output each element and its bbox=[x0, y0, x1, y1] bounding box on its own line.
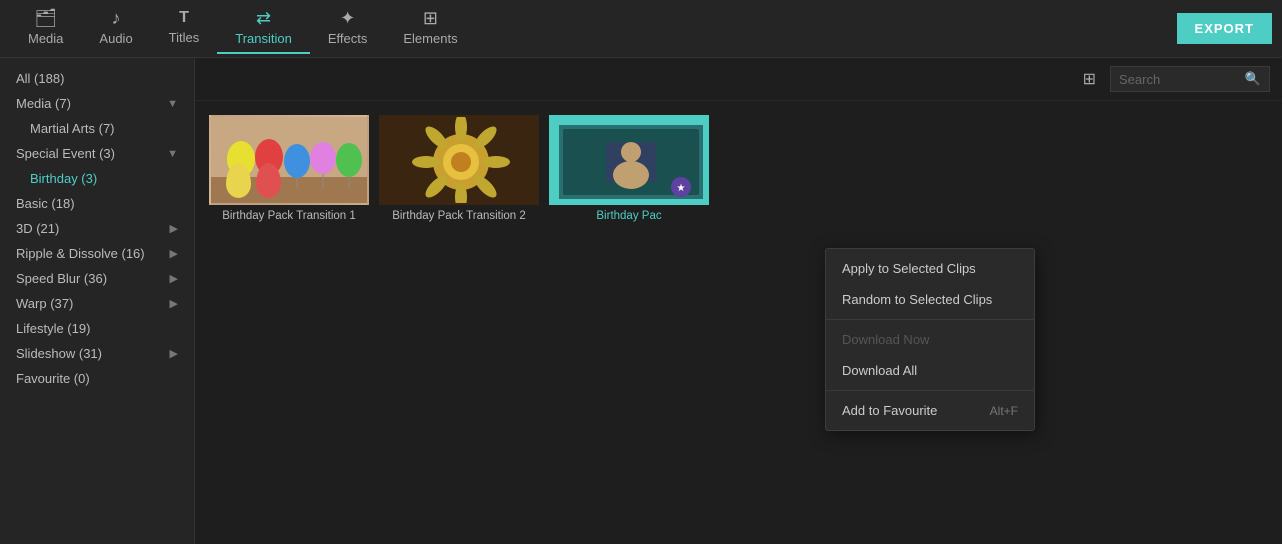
ctx-add-favourite-shortcut: Alt+F bbox=[990, 404, 1018, 418]
ctx-download-all[interactable]: Download All bbox=[826, 355, 1034, 386]
sidebar-martial-arts-label: Martial Arts (7) bbox=[30, 121, 115, 136]
nav-audio-label: Audio bbox=[99, 31, 132, 46]
ctx-apply-selected[interactable]: Apply to Selected Clips bbox=[826, 253, 1034, 284]
nav-titles-label: Titles bbox=[169, 30, 200, 45]
sidebar-item-special-event[interactable]: Special Event (3) bbox=[0, 141, 194, 166]
thumb-2 bbox=[379, 115, 539, 205]
main-layout: All (188) Media (7) Martial Arts (7) Spe… bbox=[0, 58, 1282, 544]
grid-view-button[interactable]: ⊞ bbox=[1077, 66, 1102, 92]
content-area: ⊞ 🔍 bbox=[195, 58, 1282, 544]
sidebar-item-slideshow[interactable]: Slideshow (31) bbox=[0, 341, 194, 366]
effects-icon: ✦ bbox=[340, 9, 355, 27]
sidebar-item-speed-blur[interactable]: Speed Blur (36) bbox=[0, 266, 194, 291]
content-toolbar: ⊞ 🔍 bbox=[195, 58, 1282, 101]
sidebar-item-media[interactable]: Media (7) bbox=[0, 91, 194, 116]
nav-effects[interactable]: ✦ Effects bbox=[310, 3, 386, 54]
ctx-separator-2 bbox=[826, 390, 1034, 391]
media-label-1: Birthday Pack Transition 1 bbox=[209, 210, 369, 222]
thumb-3: ★ bbox=[549, 115, 709, 205]
sidebar-favourite-label: Favourite (0) bbox=[16, 371, 90, 386]
sidebar-item-birthday[interactable]: Birthday (3) bbox=[0, 166, 194, 191]
media-card-2[interactable]: Birthday Pack Transition 2 bbox=[379, 115, 539, 222]
context-menu: Apply to Selected Clips Random to Select… bbox=[825, 248, 1035, 431]
elements-icon: ⊞ bbox=[423, 9, 438, 27]
sidebar-item-ripple[interactable]: Ripple & Dissolve (16) bbox=[0, 241, 194, 266]
sidebar-media-label: Media (7) bbox=[16, 96, 71, 111]
sidebar-item-martial-arts[interactable]: Martial Arts (7) bbox=[0, 116, 194, 141]
sidebar-item-basic[interactable]: Basic (18) bbox=[0, 191, 194, 216]
special-event-arrow-icon bbox=[167, 148, 178, 160]
ctx-download-now-label: Download Now bbox=[842, 332, 929, 347]
ctx-separator-1 bbox=[826, 319, 1034, 320]
nav-transition-label: Transition bbox=[235, 31, 292, 46]
sidebar-special-event-label: Special Event (3) bbox=[16, 146, 115, 161]
nav-effects-label: Effects bbox=[328, 31, 368, 46]
svg-text:★: ★ bbox=[677, 183, 686, 194]
ctx-add-favourite-label: Add to Favourite bbox=[842, 403, 937, 418]
sidebar-lifestyle-label: Lifestyle (19) bbox=[16, 321, 90, 336]
media-label-2: Birthday Pack Transition 2 bbox=[379, 210, 539, 222]
ripple-arrow-icon bbox=[170, 247, 178, 260]
nav-elements[interactable]: ⊞ Elements bbox=[385, 3, 475, 54]
sidebar-slideshow-label: Slideshow (31) bbox=[16, 346, 102, 361]
slideshow-arrow-icon bbox=[170, 347, 178, 360]
titles-icon: T bbox=[179, 10, 189, 26]
ctx-download-all-label: Download All bbox=[842, 363, 917, 378]
nav-audio[interactable]: ♪ Audio bbox=[81, 3, 150, 54]
warp-arrow-icon bbox=[170, 297, 178, 310]
sidebar-item-lifestyle[interactable]: Lifestyle (19) bbox=[0, 316, 194, 341]
media-arrow-icon bbox=[167, 98, 178, 110]
sidebar-item-3d[interactable]: 3D (21) bbox=[0, 216, 194, 241]
ctx-apply-selected-label: Apply to Selected Clips bbox=[842, 261, 976, 276]
media-icon: 🗂 bbox=[34, 9, 57, 27]
ctx-random-selected-label: Random to Selected Clips bbox=[842, 292, 992, 307]
thumb-1 bbox=[209, 115, 369, 205]
speed-blur-arrow-icon bbox=[170, 272, 178, 285]
nav-transition[interactable]: ⇄ Transition bbox=[217, 3, 310, 54]
media-label-3: Birthday Pac bbox=[549, 210, 709, 222]
sidebar-speed-blur-label: Speed Blur (36) bbox=[16, 271, 107, 286]
media-card-1[interactable]: Birthday Pack Transition 1 bbox=[209, 115, 369, 222]
export-button[interactable]: EXPORT bbox=[1177, 13, 1272, 44]
search-input[interactable] bbox=[1119, 72, 1239, 87]
sidebar: All (188) Media (7) Martial Arts (7) Spe… bbox=[0, 58, 195, 544]
sidebar-item-all[interactable]: All (188) bbox=[0, 66, 194, 91]
sidebar-item-favourite[interactable]: Favourite (0) bbox=[0, 366, 194, 391]
nav-elements-label: Elements bbox=[403, 31, 457, 46]
sidebar-3d-label: 3D (21) bbox=[16, 221, 59, 236]
ctx-add-favourite[interactable]: Add to Favourite Alt+F bbox=[826, 395, 1034, 426]
sidebar-item-warp[interactable]: Warp (37) bbox=[0, 291, 194, 316]
media-card-3[interactable]: ★ Birthday Pac bbox=[549, 115, 709, 222]
search-box: 🔍 bbox=[1110, 66, 1270, 92]
search-icon: 🔍 bbox=[1245, 71, 1261, 87]
nav-titles[interactable]: T Titles bbox=[151, 4, 218, 53]
sidebar-ripple-label: Ripple & Dissolve (16) bbox=[16, 246, 145, 261]
media-grid: Birthday Pack Transition 1 bbox=[195, 101, 1282, 236]
sidebar-basic-label: Basic (18) bbox=[16, 196, 75, 211]
transition-icon: ⇄ bbox=[256, 9, 271, 27]
sidebar-all-label: All (188) bbox=[16, 71, 64, 86]
top-nav: 🗂 Media ♪ Audio T Titles ⇄ Transition ✦ … bbox=[0, 0, 1282, 58]
ctx-random-selected[interactable]: Random to Selected Clips bbox=[826, 284, 1034, 315]
sidebar-warp-label: Warp (37) bbox=[16, 296, 73, 311]
sidebar-birthday-label: Birthday (3) bbox=[30, 171, 97, 186]
audio-icon: ♪ bbox=[112, 9, 121, 27]
nav-media-label: Media bbox=[28, 31, 63, 46]
nav-media[interactable]: 🗂 Media bbox=[10, 3, 81, 54]
3d-arrow-icon bbox=[170, 222, 178, 235]
ctx-download-now: Download Now bbox=[826, 324, 1034, 355]
